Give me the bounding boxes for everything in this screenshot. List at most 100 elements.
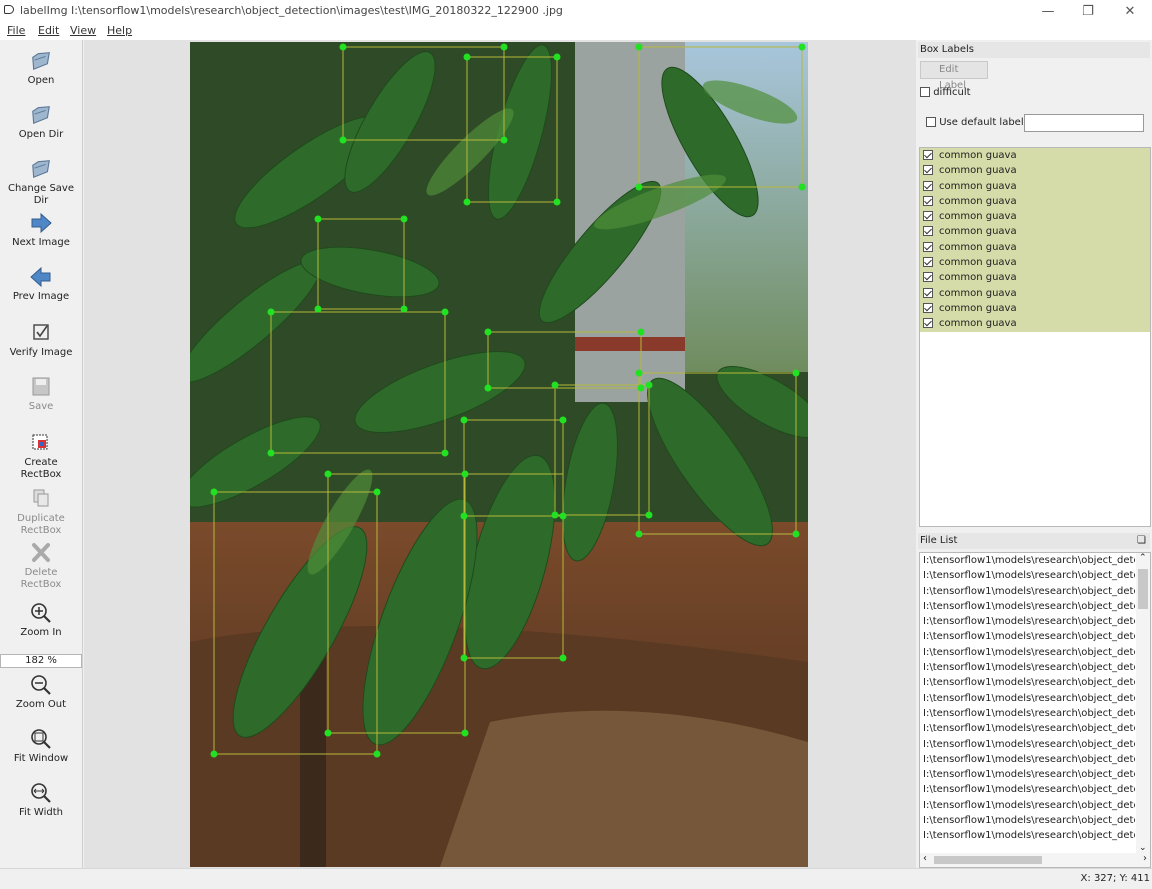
edit-label-button[interactable]: Edit Label [920, 61, 988, 91]
label-text: common guava [939, 257, 1017, 269]
close-icon[interactable]: ✕ [1108, 0, 1152, 22]
label-visible-checkbox[interactable] [923, 241, 933, 252]
label-list-item[interactable]: common guava [920, 255, 1150, 271]
menu-bar: File Edit View Help [0, 22, 1152, 40]
menu-edit[interactable]: Edit [38, 24, 59, 37]
label-visible-checkbox[interactable] [923, 165, 933, 176]
label-list-item[interactable]: common guava [920, 300, 1150, 317]
scroll-down-icon[interactable]: ⌄ [1139, 843, 1147, 853]
label-visible-checkbox[interactable] [923, 318, 933, 329]
box-labels-header: Box Labels [918, 42, 1150, 58]
default-label-input[interactable] [1024, 114, 1144, 132]
label-text: common guava [939, 211, 1017, 223]
file-list-item[interactable]: I:\tensorflow1\models\research\object_de… [920, 629, 1135, 644]
file-list-item[interactable]: I:\tensorflow1\models\research\object_de… [920, 798, 1135, 813]
label-list-item[interactable]: common guava [920, 285, 1150, 301]
box-label-list[interactable]: common guava common guava common guava comm… [919, 147, 1151, 527]
label-visible-checkbox[interactable] [923, 211, 933, 222]
scroll-left-icon[interactable]: ‹ [923, 853, 927, 864]
next-image-button[interactable]: Next Image [0, 212, 82, 249]
label-visible-checkbox[interactable] [923, 150, 933, 160]
file-list-item[interactable]: I:\tensorflow1\models\research\object_de… [920, 691, 1135, 706]
menu-help[interactable]: Help [107, 24, 132, 37]
file-list-item[interactable]: I:\tensorflow1\models\research\object_de… [920, 614, 1135, 629]
prev-image-button[interactable]: Prev Image [0, 266, 82, 303]
folder-icon [32, 106, 50, 125]
folder-open-icon [32, 52, 50, 71]
file-list-header: File List ❏ [918, 533, 1150, 549]
open-button[interactable]: Open [0, 50, 82, 87]
difficult-checkbox-row[interactable]: difficult [920, 87, 971, 98]
file-list-item[interactable]: I:\tensorflow1\models\research\object_de… [920, 813, 1135, 828]
menu-view[interactable]: View [70, 24, 96, 37]
restore-icon[interactable]: ❐ [1066, 0, 1110, 22]
minimize-icon[interactable]: — [1026, 0, 1070, 22]
file-list-item[interactable]: I:\tensorflow1\models\research\object_de… [920, 645, 1135, 660]
scroll-up-icon[interactable]: ⌃ [1139, 553, 1147, 563]
dock-float-icon[interactable]: ❏ [1137, 533, 1146, 549]
file-list-item[interactable]: I:\tensorflow1\models\research\object_de… [920, 675, 1135, 690]
delete-rectbox-button[interactable]: Delete RectBox [0, 542, 82, 591]
file-list-item[interactable]: I:\tensorflow1\models\research\object_de… [920, 584, 1135, 599]
file-list-item[interactable]: I:\tensorflow1\models\research\object_de… [920, 660, 1135, 675]
label-visible-checkbox[interactable] [923, 302, 933, 313]
change-save-dir-button[interactable]: Change Save Dir [0, 158, 82, 207]
open-dir-button[interactable]: Open Dir [0, 104, 82, 141]
file-list-item[interactable]: I:\tensorflow1\models\research\object_de… [920, 752, 1135, 767]
label-list-item[interactable]: common guava [920, 270, 1150, 286]
photo-with-bounding-boxes[interactable] [190, 42, 808, 867]
menu-file[interactable]: File [7, 24, 25, 37]
verify-image-button[interactable]: Verify Image [0, 322, 82, 359]
difficult-label: difficult [933, 87, 971, 98]
fit-window-button[interactable]: Fit Window [0, 728, 82, 765]
duplicate-rectbox-button[interactable]: Duplicate RectBox [0, 488, 82, 537]
annotated-photo[interactable] [190, 42, 808, 867]
label-list-item[interactable]: common guava [920, 178, 1150, 194]
label-visible-checkbox[interactable] [923, 226, 933, 237]
scroll-right-icon[interactable]: › [1143, 853, 1147, 864]
label-list-item[interactable]: common guava [920, 224, 1150, 240]
difficult-checkbox[interactable] [920, 87, 930, 97]
fit-width-button[interactable]: Fit Width [0, 782, 82, 819]
file-list-vertical-scrollbar[interactable]: ⌃ ⌄ [1136, 553, 1150, 853]
label-visible-checkbox[interactable] [923, 195, 933, 206]
file-list-item[interactable]: I:\tensorflow1\models\research\object_de… [920, 721, 1135, 736]
label-visible-checkbox[interactable] [923, 257, 933, 268]
file-list-item[interactable]: I:\tensorflow1\models\research\object_de… [920, 737, 1135, 752]
zoom-out-button[interactable]: Zoom Out [0, 674, 82, 711]
label-text: common guava [939, 165, 1017, 177]
status-bar: X: 327; Y: 411 [0, 868, 1152, 889]
file-list-item[interactable]: I:\tensorflow1\models\research\object_de… [920, 782, 1135, 797]
file-list-horizontal-scrollbar[interactable]: ‹ › [920, 853, 1150, 867]
label-list-item[interactable]: common guava [920, 316, 1150, 332]
label-text: common guava [939, 287, 1017, 299]
label-visible-checkbox[interactable] [923, 272, 933, 283]
create-rectbox-button[interactable]: Create RectBox [0, 432, 82, 481]
file-list-item[interactable]: I:\tensorflow1\models\research\object_de… [920, 553, 1135, 568]
save-button[interactable]: Save [0, 376, 82, 413]
label-list-item[interactable]: common guava [920, 163, 1150, 179]
label-list-item[interactable]: common guava [920, 209, 1150, 225]
label-text: common guava [939, 241, 1017, 253]
label-text: common guava [939, 272, 1017, 284]
file-list[interactable]: I:\tensorflow1\models\research\object_de… [919, 552, 1151, 868]
file-list-item[interactable]: I:\tensorflow1\models\research\object_de… [920, 568, 1135, 583]
horizontal-scroll-thumb[interactable] [934, 856, 1042, 864]
label-list-item[interactable]: common guava [920, 239, 1150, 256]
file-list-item[interactable]: I:\tensorflow1\models\research\object_de… [920, 706, 1135, 721]
use-default-label-row[interactable]: Use default label [926, 117, 1024, 128]
scroll-thumb[interactable] [1138, 569, 1148, 609]
label-list-item[interactable]: common guava [920, 193, 1150, 210]
image-canvas[interactable] [84, 40, 916, 868]
arrow-right-icon [31, 212, 52, 234]
arrow-left-icon [30, 266, 51, 288]
file-list-item[interactable]: I:\tensorflow1\models\research\object_de… [920, 767, 1135, 782]
label-visible-checkbox[interactable] [923, 180, 933, 191]
file-list-item[interactable]: I:\tensorflow1\models\research\object_de… [920, 828, 1135, 843]
use-default-label-checkbox[interactable] [926, 117, 936, 127]
file-list-item[interactable]: I:\tensorflow1\models\research\object_de… [920, 599, 1135, 614]
label-list-item[interactable]: common guava [920, 148, 1150, 164]
zoom-level-field[interactable]: 182 % [0, 654, 82, 668]
zoom-in-button[interactable]: Zoom In [0, 602, 82, 639]
label-visible-checkbox[interactable] [923, 287, 933, 298]
